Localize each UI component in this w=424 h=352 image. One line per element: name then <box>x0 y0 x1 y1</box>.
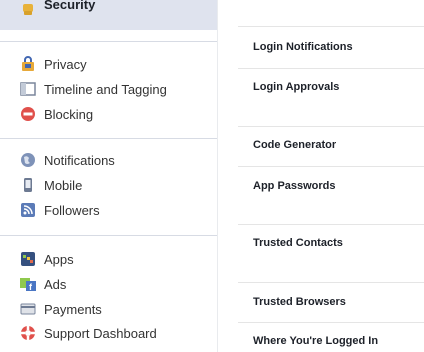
sidebar-item-label: Security <box>44 0 96 12</box>
sidebar-item-blocking[interactable]: Blocking <box>20 104 93 124</box>
sidebar-divider <box>0 235 217 236</box>
sidebar-item-notifications[interactable]: Notifications <box>20 150 115 170</box>
sidebar-item-label: Payments <box>44 301 102 317</box>
row-divider <box>238 224 424 225</box>
ads-icon: f <box>20 276 36 292</box>
privacy-lock-icon <box>20 56 36 72</box>
row-divider <box>238 68 424 69</box>
card-icon <box>20 301 36 317</box>
row-divider <box>238 282 424 283</box>
sidebar-item-label: Blocking <box>44 106 94 122</box>
sidebar-item-label: Followers <box>44 202 100 218</box>
apps-icon <box>20 251 36 267</box>
row-divider <box>238 166 424 167</box>
sidebar-item-payments[interactable]: Payments <box>20 299 102 319</box>
sidebar-item-label: Support Dashboard <box>44 325 157 341</box>
setting-code-generator[interactable]: Code Generator <box>253 139 336 151</box>
badge-icon <box>20 2 36 18</box>
sidebar-item-mobile[interactable]: Mobile <box>20 175 82 195</box>
sidebar-item-timeline-and-tagging[interactable]: Timeline and Tagging <box>20 79 167 99</box>
timeline-icon <box>20 81 36 97</box>
rss-icon <box>20 202 36 218</box>
block-icon <box>20 106 36 122</box>
settings-sidebar: Security Privacy Timeline and Tagging Bl… <box>0 0 217 352</box>
setting-where-youre-logged-in[interactable]: Where You're Logged In <box>253 335 378 347</box>
sidebar-item-support-dashboard[interactable]: Support Dashboard <box>20 323 157 343</box>
mobile-icon <box>20 177 36 193</box>
row-divider <box>238 126 424 127</box>
sidebar-item-label: Timeline and Tagging <box>44 81 167 97</box>
sidebar-item-label: Ads <box>44 276 67 292</box>
sidebar-item-label: Apps <box>44 251 74 267</box>
setting-trusted-contacts[interactable]: Trusted Contacts <box>253 237 343 249</box>
sidebar-item-security-row[interactable]: Security <box>20 0 95 20</box>
sidebar-item-label: Notifications <box>44 152 115 168</box>
setting-login-notifications[interactable]: Login Notifications <box>253 41 353 53</box>
globe-icon <box>20 152 36 168</box>
row-divider <box>238 322 424 323</box>
sidebar-item-privacy[interactable]: Privacy <box>20 54 87 74</box>
lifebuoy-icon <box>20 325 36 341</box>
setting-trusted-browsers[interactable]: Trusted Browsers <box>253 296 346 308</box>
row-divider <box>238 26 424 27</box>
sidebar-divider <box>0 41 217 42</box>
sidebar-item-followers[interactable]: Followers <box>20 200 100 220</box>
sidebar-item-label: Mobile <box>44 177 83 193</box>
sidebar-divider <box>0 138 217 139</box>
setting-login-approvals[interactable]: Login Approvals <box>253 81 339 93</box>
sidebar-item-ads[interactable]: f Ads <box>20 274 66 294</box>
sidebar-item-label: Privacy <box>44 56 87 72</box>
setting-app-passwords[interactable]: App Passwords <box>253 180 336 192</box>
sidebar-item-apps[interactable]: Apps <box>20 249 74 269</box>
